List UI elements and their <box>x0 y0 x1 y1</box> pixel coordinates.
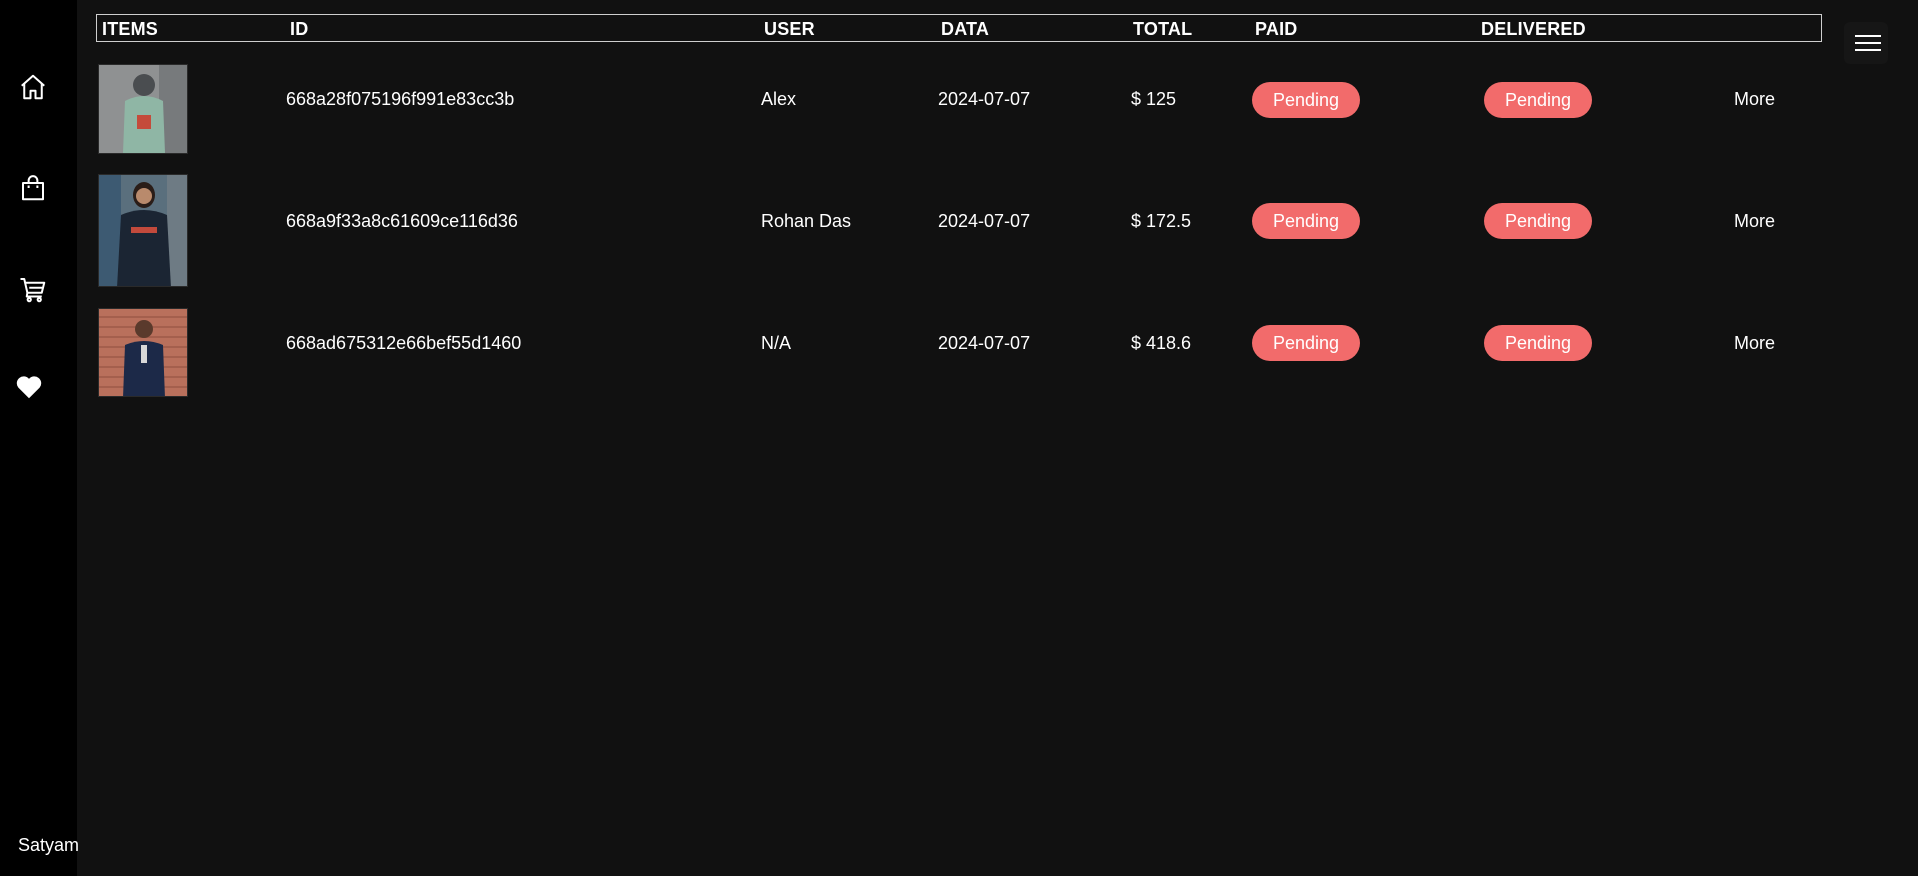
paid-status-badge[interactable]: Pending <box>1252 82 1360 118</box>
order-id: 668ad675312e66bef55d1460 <box>286 333 522 353</box>
table-row: 668a9f33a8c61609ce116d36 Rohan Das 2024-… <box>0 174 1918 287</box>
product-image <box>98 64 188 154</box>
paid-status-badge[interactable]: Pending <box>1252 325 1360 361</box>
order-date: 2024-07-07 <box>938 89 1031 109</box>
more-link[interactable]: More <box>1734 89 1775 110</box>
header-paid: PAID <box>1255 19 1298 39</box>
order-user: Rohan Das <box>761 211 852 231</box>
header-total: TOTAL <box>1133 19 1193 39</box>
order-user: Alex <box>761 89 797 109</box>
product-image <box>98 308 188 397</box>
header-user: USER <box>764 19 815 39</box>
table-row: 668a28f075196f991e83cc3b Alex 2024-07-07… <box>0 55 1918 154</box>
order-id: 668a28f075196f991e83cc3b <box>286 89 515 109</box>
order-total: $ 172.5 <box>1131 211 1192 231</box>
more-link[interactable]: More <box>1734 211 1775 232</box>
order-date: 2024-07-07 <box>938 333 1031 353</box>
table-row: 668ad675312e66bef55d1460 N/A 2024-07-07 … <box>0 308 1918 398</box>
delivered-status-badge[interactable]: Pending <box>1484 82 1592 118</box>
menu-line <box>1855 49 1881 51</box>
user-name: Satyam <box>18 835 80 855</box>
delivered-status-badge[interactable]: Pending <box>1484 203 1592 239</box>
product-image <box>98 174 188 287</box>
header-data: DATA <box>941 19 990 39</box>
delivered-status-badge[interactable]: Pending <box>1484 325 1592 361</box>
order-date: 2024-07-07 <box>938 211 1031 231</box>
header-id: ID <box>290 19 309 39</box>
order-id: 668a9f33a8c61609ce116d36 <box>286 211 518 231</box>
header-items: ITEMS <box>102 19 159 39</box>
more-link[interactable]: More <box>1734 333 1775 354</box>
order-user: N/A <box>761 333 792 353</box>
cart-icon[interactable] <box>16 272 50 306</box>
table-header: ITEMS ID USER DATA TOTAL PAID DELIVERED <box>96 14 1822 42</box>
header-delivered: DELIVERED <box>1481 19 1586 39</box>
menu-line <box>1855 42 1881 44</box>
menu-line <box>1855 35 1881 37</box>
paid-status-badge[interactable]: Pending <box>1252 203 1360 239</box>
order-total: $ 418.6 <box>1131 333 1192 353</box>
order-total: $ 125 <box>1131 89 1177 109</box>
